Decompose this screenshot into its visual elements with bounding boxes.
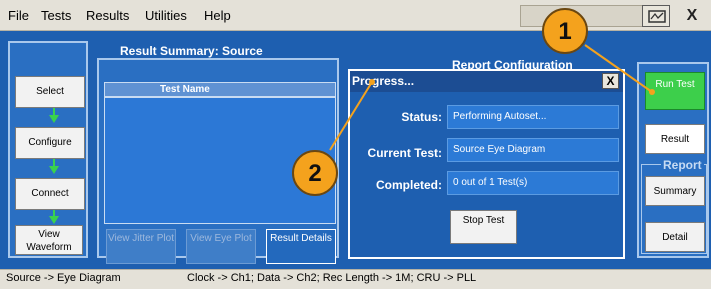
menu-file[interactable]: File [8, 8, 29, 23]
view-waveform-button[interactable]: View Waveform [15, 225, 83, 255]
current-test-value: Source Eye Diagram [447, 138, 619, 162]
status-source-text: Source -> Eye Diagram [6, 272, 121, 284]
workflow-panel: Select Configure Connect View Waveform [8, 41, 88, 258]
menu-help[interactable]: Help [204, 8, 231, 23]
completed-label: Completed: [376, 178, 442, 192]
down-arrow-icon [49, 216, 59, 224]
dialog-close-button[interactable]: X [602, 73, 619, 89]
configure-button[interactable]: Configure [15, 127, 85, 159]
down-arrow-icon [49, 115, 59, 123]
callout-2-badge: 2 [292, 150, 338, 196]
callout-1-badge: 1 [542, 8, 588, 54]
view-eye-plot-button[interactable]: View Eye Plot [186, 229, 256, 264]
menu-utilities[interactable]: Utilities [145, 8, 187, 23]
result-details-button[interactable]: Result Details [266, 229, 336, 264]
minimize-icon[interactable] [642, 5, 670, 27]
result-summary-title: Result Summary: Source [120, 44, 263, 58]
completed-value: 0 out of 1 Test(s) [447, 171, 619, 195]
detail-button[interactable]: Detail [645, 222, 705, 252]
down-arrow-icon [49, 166, 59, 174]
status-value: Performing Autoset... [447, 105, 619, 129]
menu-results[interactable]: Results [86, 8, 129, 23]
window-close-button[interactable]: X [679, 5, 705, 27]
report-group-label: Report [661, 158, 704, 172]
table-header [104, 82, 336, 97]
column-header-test-name[interactable]: Test Name [160, 84, 210, 95]
summary-button[interactable]: Summary [645, 176, 705, 206]
view-jitter-plot-button[interactable]: View Jitter Plot [106, 229, 176, 264]
run-test-button[interactable]: Run Test [645, 72, 705, 110]
status-config-text: Clock -> Ch1; Data -> Ch2; Rec Length ->… [187, 272, 477, 284]
dialog-title: Progress... [352, 74, 415, 88]
connect-button[interactable]: Connect [15, 178, 85, 210]
stop-test-button[interactable]: Stop Test [450, 210, 517, 244]
menu-tests[interactable]: Tests [41, 8, 71, 23]
current-test-label: Current Test: [367, 146, 442, 160]
status-label: Status: [401, 110, 442, 124]
select-button[interactable]: Select [15, 76, 85, 108]
result-button[interactable]: Result [645, 124, 705, 154]
